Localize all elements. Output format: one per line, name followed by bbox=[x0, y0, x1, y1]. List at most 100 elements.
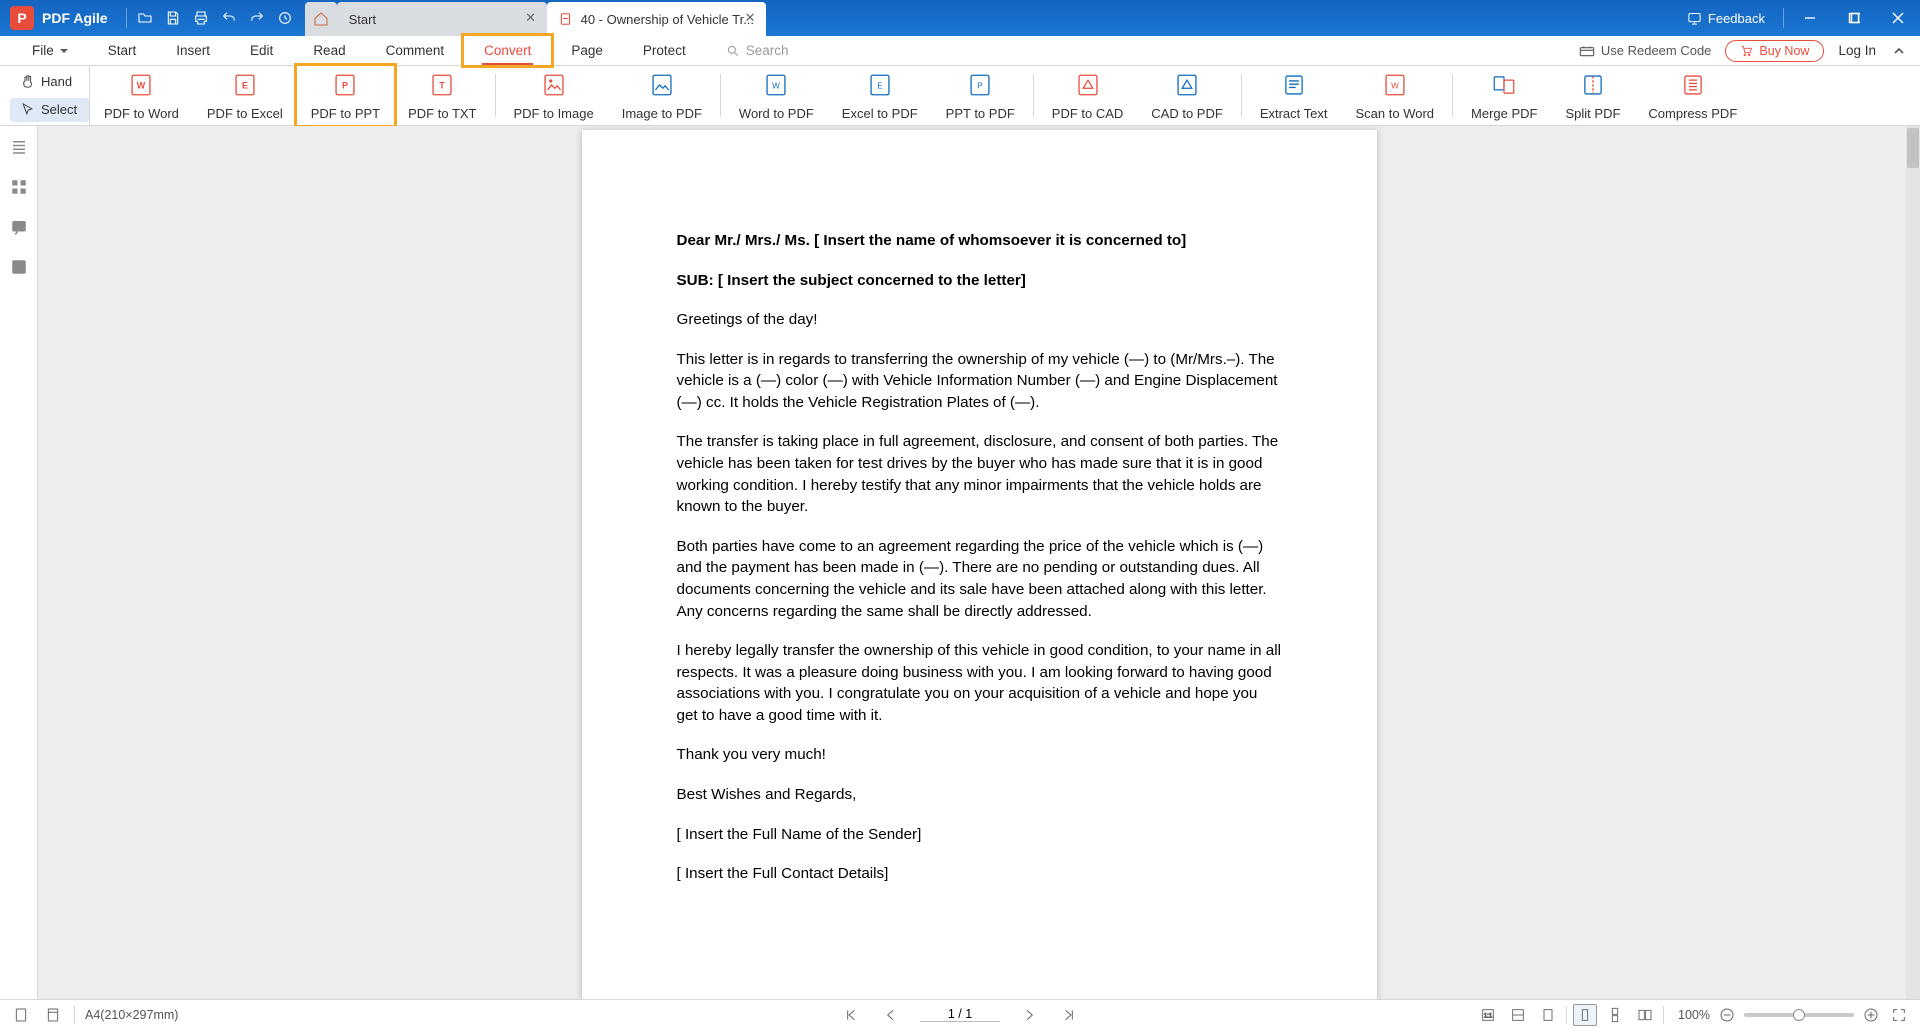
pdf-page[interactable]: Dear Mr./ Mrs./ Ms. [ Insert the name of… bbox=[582, 130, 1377, 999]
menu-start[interactable]: Start bbox=[88, 36, 157, 65]
ppt-to-pdf-button[interactable]: P PPT to PDF bbox=[932, 66, 1029, 125]
menu-label: Insert bbox=[176, 43, 210, 58]
thumbnails-panel-icon[interactable] bbox=[8, 176, 30, 198]
close-window-button[interactable] bbox=[1876, 0, 1920, 36]
zoom-slider-knob[interactable] bbox=[1793, 1009, 1805, 1021]
buy-now-button[interactable]: Buy Now bbox=[1725, 40, 1824, 62]
minimize-button[interactable] bbox=[1788, 0, 1832, 36]
fullscreen-button[interactable] bbox=[1888, 1004, 1910, 1026]
pointer-tools: Hand Select bbox=[0, 66, 90, 125]
pdf-to-ppt-button[interactable]: P PDF to PPT bbox=[297, 66, 394, 125]
svg-text:P: P bbox=[978, 81, 983, 90]
view-fit-width-icon[interactable] bbox=[1506, 1004, 1530, 1026]
pdf-to-word-button[interactable]: W PDF to Word bbox=[90, 66, 193, 125]
menu-edit[interactable]: Edit bbox=[230, 36, 293, 65]
layout-facing-icon[interactable] bbox=[1633, 1004, 1657, 1026]
bookmarks-panel-icon[interactable] bbox=[8, 136, 30, 158]
menu-comment[interactable]: Comment bbox=[366, 36, 465, 65]
save-icon[interactable] bbox=[159, 0, 187, 36]
page-size-icon[interactable] bbox=[10, 1004, 32, 1026]
word-to-pdf-button[interactable]: W Word to PDF bbox=[725, 66, 828, 125]
cad-to-pdf-button[interactable]: CAD to PDF bbox=[1137, 66, 1237, 125]
page-number-input[interactable] bbox=[920, 1007, 1000, 1022]
tool-label: Extract Text bbox=[1260, 106, 1328, 121]
tab-label: 40 - Ownership of Vehicle Tr... bbox=[581, 12, 754, 27]
maximize-button[interactable] bbox=[1832, 0, 1876, 36]
work-area: Dear Mr./ Mrs./ Ms. [ Insert the name of… bbox=[0, 126, 1920, 999]
home-tab[interactable] bbox=[305, 2, 337, 36]
redo-icon[interactable] bbox=[243, 0, 271, 36]
tab-start[interactable]: Start ✕ bbox=[337, 2, 547, 36]
svg-text:E: E bbox=[877, 81, 883, 90]
menu-convert[interactable]: Convert bbox=[464, 36, 551, 65]
annotations-panel-icon[interactable] bbox=[8, 216, 30, 238]
view-fit-page-icon[interactable] bbox=[1536, 1004, 1560, 1026]
menu-read[interactable]: Read bbox=[293, 36, 365, 65]
tool-label: CAD to PDF bbox=[1151, 106, 1223, 121]
layout-single-icon[interactable] bbox=[1573, 1004, 1597, 1026]
menu-protect[interactable]: Protect bbox=[623, 36, 706, 65]
merge-pdf-button[interactable]: Merge PDF bbox=[1457, 66, 1551, 125]
document-canvas[interactable]: Dear Mr./ Mrs./ Ms. [ Insert the name of… bbox=[38, 126, 1920, 999]
menu-file[interactable]: File bbox=[12, 36, 88, 65]
status-bar-right: 1:1 100% bbox=[1476, 1004, 1910, 1026]
separator bbox=[1452, 74, 1453, 117]
last-page-button[interactable] bbox=[1058, 1004, 1080, 1026]
doc-line: The transfer is taking place in full agr… bbox=[677, 431, 1282, 517]
tab-document[interactable]: 40 - Ownership of Vehicle Tr... ✕ bbox=[547, 2, 766, 36]
menu-search[interactable]: Search bbox=[706, 36, 809, 65]
tool-label: Excel to PDF bbox=[842, 106, 918, 121]
prev-page-button[interactable] bbox=[880, 1004, 902, 1026]
tool-label: Merge PDF bbox=[1471, 106, 1537, 121]
undo-icon[interactable] bbox=[215, 0, 243, 36]
separator bbox=[1663, 1006, 1664, 1024]
open-icon[interactable] bbox=[131, 0, 159, 36]
first-page-button[interactable] bbox=[840, 1004, 862, 1026]
next-page-button[interactable] bbox=[1018, 1004, 1040, 1026]
search-placeholder: Search bbox=[746, 43, 789, 58]
home-shortcut-icon[interactable] bbox=[271, 0, 299, 36]
feedback-button[interactable]: Feedback bbox=[1673, 0, 1779, 36]
zoom-slider[interactable] bbox=[1744, 1013, 1854, 1017]
svg-text:T: T bbox=[440, 80, 446, 90]
collapse-ribbon-button[interactable] bbox=[1890, 42, 1908, 60]
menu-label: Edit bbox=[250, 43, 273, 58]
status-bar: A4(210×297mm) 1:1 100% bbox=[0, 999, 1920, 1029]
hand-tool[interactable]: Hand bbox=[10, 70, 89, 94]
pdf-to-txt-button[interactable]: T PDF to TXT bbox=[394, 66, 490, 125]
tool-label: PDF to Word bbox=[104, 106, 179, 121]
pdf-to-excel-button[interactable]: E PDF to Excel bbox=[193, 66, 297, 125]
excel-to-pdf-button[interactable]: E Excel to PDF bbox=[828, 66, 932, 125]
extract-text-button[interactable]: Extract Text bbox=[1246, 66, 1342, 125]
layout-continuous-icon[interactable] bbox=[1603, 1004, 1627, 1026]
compress-pdf-button[interactable]: Compress PDF bbox=[1634, 66, 1751, 125]
menu-label: Page bbox=[571, 43, 603, 58]
scan-to-word-button[interactable]: W Scan to Word bbox=[1342, 66, 1449, 125]
scrollbar-thumb[interactable] bbox=[1907, 128, 1919, 168]
close-icon[interactable]: ✕ bbox=[523, 10, 539, 26]
page-size-icon-2[interactable] bbox=[42, 1004, 64, 1026]
page-navigator bbox=[840, 1004, 1080, 1026]
login-button[interactable]: Log In bbox=[1838, 43, 1876, 58]
menu-page[interactable]: Page bbox=[551, 36, 623, 65]
menu-bar-right: Use Redeem Code Buy Now Log In bbox=[1579, 36, 1920, 65]
redeem-code-button[interactable]: Use Redeem Code bbox=[1579, 43, 1712, 59]
zoom-out-button[interactable] bbox=[1716, 1004, 1738, 1026]
menu-insert[interactable]: Insert bbox=[156, 36, 230, 65]
pdf-to-cad-button[interactable]: PDF to CAD bbox=[1038, 66, 1138, 125]
split-pdf-button[interactable]: Split PDF bbox=[1552, 66, 1635, 125]
view-actual-size-icon[interactable]: 1:1 bbox=[1476, 1004, 1500, 1026]
vertical-scrollbar[interactable]: ▲ bbox=[1906, 126, 1920, 999]
search-panel-icon[interactable] bbox=[8, 256, 30, 278]
select-tool[interactable]: Select bbox=[10, 98, 89, 122]
svg-text:W: W bbox=[773, 81, 781, 90]
zoom-in-button[interactable] bbox=[1860, 1004, 1882, 1026]
close-icon[interactable]: ✕ bbox=[742, 10, 758, 26]
print-icon[interactable] bbox=[187, 0, 215, 36]
pdf-to-image-button[interactable]: PDF to Image bbox=[500, 66, 608, 125]
menu-label: Start bbox=[108, 43, 137, 58]
image-to-pdf-button[interactable]: Image to PDF bbox=[608, 66, 716, 125]
doc-line: [ Insert the Full Contact Details] bbox=[677, 863, 1282, 885]
tool-label: PDF to PPT bbox=[311, 106, 380, 121]
tool-label: Scan to Word bbox=[1356, 106, 1435, 121]
